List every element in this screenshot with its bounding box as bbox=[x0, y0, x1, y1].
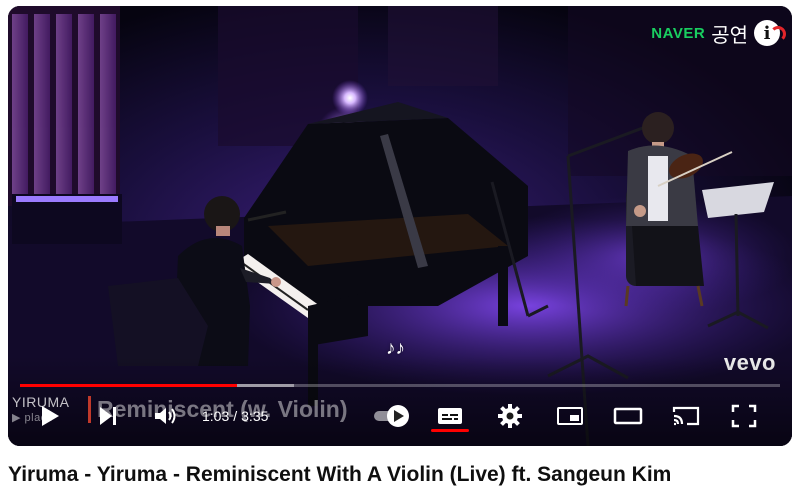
naver-info-badge: i bbox=[754, 20, 786, 46]
skip-next-icon bbox=[100, 407, 116, 425]
video-title[interactable]: Yiruma - Yiruma - Reminiscent With A Vio… bbox=[8, 463, 671, 487]
time-total: 3:35 bbox=[241, 408, 269, 424]
time-current: 1:03 bbox=[202, 408, 230, 424]
captions-button[interactable] bbox=[428, 394, 472, 438]
theater-mode-icon bbox=[613, 407, 643, 425]
play-button[interactable] bbox=[30, 394, 70, 438]
naver-brand-text: NAVER bbox=[651, 24, 706, 42]
play-icon bbox=[42, 406, 59, 426]
miniplayer-button[interactable] bbox=[548, 394, 592, 438]
naver-performance-logo: NAVER 공연 i bbox=[651, 18, 786, 48]
progress-bar[interactable] bbox=[20, 384, 780, 387]
fullscreen-icon bbox=[731, 404, 757, 428]
naver-korean-text: 공연 bbox=[711, 24, 748, 47]
progress-played bbox=[20, 384, 238, 387]
cast-button[interactable] bbox=[664, 394, 708, 438]
volume-button[interactable] bbox=[146, 394, 186, 438]
next-button[interactable] bbox=[88, 394, 128, 438]
time-separator: / bbox=[233, 408, 238, 424]
time-display: 1:03 / 3:35 bbox=[202, 394, 268, 438]
captions-icon bbox=[438, 408, 462, 424]
fullscreen-button[interactable] bbox=[722, 394, 766, 438]
settings-button[interactable] bbox=[488, 394, 532, 438]
settings-gear-icon bbox=[498, 404, 522, 428]
miniplayer-icon bbox=[557, 407, 583, 425]
theater-mode-button[interactable] bbox=[606, 394, 650, 438]
autoplay-toggle-icon bbox=[374, 405, 409, 427]
volume-icon bbox=[155, 408, 176, 424]
player-controls: 1:03 / 3:35 bbox=[8, 394, 792, 438]
autoplay-toggle[interactable] bbox=[372, 404, 412, 428]
captions-active-indicator bbox=[431, 429, 469, 432]
cast-icon bbox=[672, 406, 700, 426]
video-player[interactable]: NAVER 공연 i ♪♪ vevo YIRUMA ▶ place Remini… bbox=[8, 6, 792, 446]
